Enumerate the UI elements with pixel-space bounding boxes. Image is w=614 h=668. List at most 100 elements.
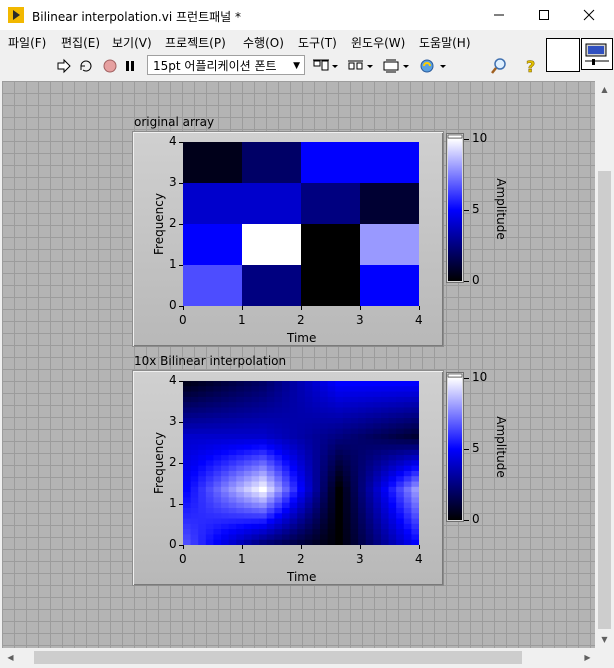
- heatmap-cell: [358, 439, 367, 446]
- graph-original-plot[interactable]: [183, 142, 420, 307]
- heatmap-cell: [396, 470, 405, 477]
- heatmap-cell: [266, 444, 275, 451]
- heatmap-cell: [403, 529, 412, 536]
- heatmap-cell: [312, 529, 321, 536]
- heatmap-cell: [289, 534, 298, 541]
- maximize-button[interactable]: [521, 0, 567, 30]
- horizontal-scroll-thumb[interactable]: [34, 651, 522, 664]
- heatmap-cell: [266, 476, 275, 483]
- heatmap-cell: [335, 481, 344, 488]
- heatmap-cell: [358, 455, 367, 461]
- vi-icon-box[interactable]: [581, 38, 613, 70]
- minimize-button[interactable]: [476, 0, 522, 30]
- heatmap-cell: [388, 492, 397, 498]
- heatmap-cell: [335, 407, 344, 414]
- heatmap-cell: [388, 391, 397, 398]
- heatmap-cell: [365, 539, 374, 546]
- resize-objects-button[interactable]: [381, 55, 411, 77]
- heatmap-cell: [350, 396, 359, 403]
- vertical-scrollbar[interactable]: ▲ ▼: [596, 81, 613, 648]
- heatmap-cell: [358, 381, 367, 387]
- heatmap-cell: [335, 418, 344, 424]
- graph-interp-colorbar[interactable]: [446, 372, 464, 522]
- heatmap-cell: [335, 507, 344, 514]
- menu-window[interactable]: 윈도우(W): [351, 34, 405, 51]
- graph-original-colorbar[interactable]: [446, 133, 464, 283]
- run-continuously-button[interactable]: [76, 55, 96, 77]
- heatmap-cell: [251, 418, 260, 424]
- heatmap-cell: [205, 428, 215, 435]
- heatmap-cell: [228, 396, 237, 403]
- heatmap-cell: [304, 465, 314, 472]
- graph-interp-plot[interactable]: [183, 381, 420, 546]
- heatmap-cell: [335, 486, 344, 493]
- heatmap-cell: [350, 513, 359, 520]
- heatmap-cell: [198, 502, 207, 509]
- heatmap-cell: [388, 523, 397, 530]
- heatmap-cell: [236, 428, 245, 435]
- heatmap-cell: [301, 265, 361, 307]
- heatmap-cell: [342, 492, 352, 498]
- pause-button[interactable]: [121, 55, 139, 77]
- title-bar[interactable]: Bilinear interpolation.vi 프런트패널 *: [0, 0, 614, 30]
- minimize-icon: [494, 14, 504, 16]
- horizontal-scrollbar[interactable]: ◀ ▶: [2, 649, 596, 666]
- context-help-button[interactable]: ?: [520, 55, 542, 77]
- heatmap-cell: [373, 449, 382, 456]
- heatmap-cell: [350, 381, 359, 387]
- distribute-objects-button[interactable]: [346, 55, 374, 77]
- heatmap-cell: [213, 386, 222, 393]
- heatmap-cell: [327, 402, 336, 409]
- heatmap-cell: [266, 486, 275, 493]
- scroll-left-icon[interactable]: ◀: [2, 649, 19, 666]
- heatmap-cell: [304, 470, 314, 477]
- menu-project[interactable]: 프로젝트(P): [165, 34, 226, 51]
- heatmap-cell: [213, 460, 222, 467]
- heatmap-cell: [259, 486, 268, 493]
- menu-tools[interactable]: 도구(T): [298, 34, 337, 51]
- heatmap-cell: [380, 407, 390, 414]
- heatmap-cell: [358, 492, 367, 498]
- heatmap-cell: [251, 539, 260, 546]
- font-selector[interactable]: 15pt 어플리케이션 폰트 ▼: [147, 55, 305, 75]
- heatmap-cell: [335, 513, 344, 520]
- align-objects-button[interactable]: [311, 55, 339, 77]
- scroll-down-icon[interactable]: ▼: [596, 631, 613, 648]
- heatmap-cell: [365, 465, 374, 472]
- menu-help[interactable]: 도움말(H): [419, 34, 471, 51]
- heatmap-cell: [380, 513, 390, 520]
- heatmap-cell: [327, 539, 336, 546]
- abort-button[interactable]: [100, 55, 120, 77]
- heatmap-cell: [358, 449, 367, 456]
- vertical-scroll-thumb[interactable]: [598, 171, 611, 629]
- heatmap-cell: [242, 183, 302, 225]
- run-button[interactable]: [54, 55, 74, 77]
- heatmap-cell: [266, 407, 275, 414]
- heatmap-cell: [320, 381, 329, 387]
- menu-operate[interactable]: 수행(O): [243, 34, 284, 51]
- heatmap-cell: [411, 444, 420, 451]
- menu-edit[interactable]: 편집(E): [61, 34, 100, 51]
- heatmap-cell: [297, 497, 306, 504]
- heatmap-cell: [228, 439, 237, 446]
- heatmap-cell: [183, 518, 192, 525]
- connector-pane[interactable]: [546, 38, 580, 72]
- heatmap-cell: [396, 418, 405, 424]
- scroll-up-icon[interactable]: ▲: [596, 81, 613, 98]
- heatmap-cell: [388, 423, 397, 430]
- reorder-button[interactable]: [418, 55, 448, 77]
- scroll-right-icon[interactable]: ▶: [579, 649, 596, 666]
- graph-original-scale-label: Amplitude: [494, 178, 508, 240]
- heatmap-cell: [388, 396, 397, 403]
- close-button[interactable]: [566, 0, 612, 30]
- heatmap-cell: [266, 402, 275, 409]
- menu-file[interactable]: 파일(F): [8, 34, 46, 51]
- heatmap-cell: [228, 486, 237, 493]
- heatmap-cell: [380, 486, 390, 493]
- heatmap-cell: [183, 418, 192, 424]
- heatmap-cell: [289, 486, 298, 493]
- search-button[interactable]: [487, 55, 511, 77]
- menu-view[interactable]: 보기(V): [112, 34, 152, 51]
- heatmap-cell: [274, 529, 283, 536]
- heatmap-cell: [228, 492, 237, 498]
